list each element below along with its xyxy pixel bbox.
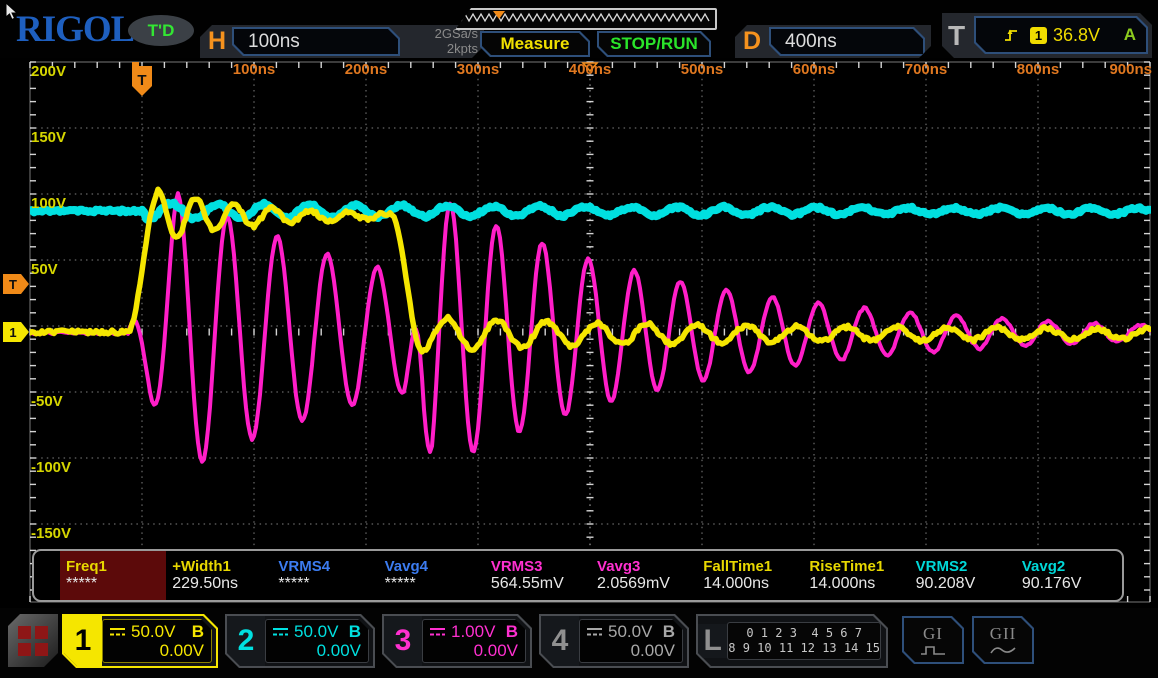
- channel1-badge[interactable]: 1 50.0V B 0.00V: [62, 614, 218, 668]
- channel4-offset: 0.00V: [586, 641, 675, 660]
- measurement-cell[interactable]: Vavg4 *****: [379, 551, 485, 600]
- volt-axis-label: 150V: [31, 129, 66, 146]
- time-axis-label: 900ns: [1109, 61, 1152, 78]
- volt-axis-label: -100V: [31, 459, 71, 476]
- memory-depth: 2kpts: [435, 41, 478, 56]
- measurement-cell[interactable]: RiseTime1 14.000ns: [803, 551, 909, 600]
- time-axis-label: 500ns: [681, 61, 724, 78]
- acquisition-info: 2GSa/s 2kpts: [435, 26, 478, 56]
- rising-edge-icon: [1002, 26, 1020, 44]
- time-axis-label: 400ns: [569, 61, 612, 78]
- volt-axis-label: 100V: [31, 195, 66, 212]
- rigol-logo: RIGOL: [16, 8, 134, 51]
- volt-axis-label: 200V: [31, 63, 66, 80]
- measure-button[interactable]: Measure: [480, 31, 590, 57]
- menu-grid-icon: [18, 626, 48, 656]
- channel1-bwlimit: B: [192, 622, 204, 641]
- measurement-cell[interactable]: FallTime1 14.000ns: [697, 551, 803, 600]
- channel4-badge[interactable]: 4 50.0V B 0.00V: [539, 614, 689, 668]
- dc-coupling-icon: [109, 626, 126, 637]
- logic-label: L: [698, 624, 727, 658]
- delay-label: D: [743, 27, 761, 56]
- trigger-level-value: 36.8V: [1053, 25, 1100, 46]
- time-axis-label: 300ns: [457, 61, 500, 78]
- volt-axis-label: 50V: [31, 261, 58, 278]
- measurement-cell[interactable]: +Width1 229.50ns: [166, 551, 272, 600]
- trigger-mode: A: [1124, 25, 1136, 45]
- trigger-panel[interactable]: T 1 36.8V A: [942, 13, 1152, 58]
- trigger-status-badge: T'D: [128, 15, 194, 46]
- trigger-label: T: [948, 20, 965, 52]
- horizontal-label: H: [208, 27, 226, 56]
- channel4-number: 4: [541, 616, 579, 666]
- channel3-scale: 1.00V: [451, 622, 495, 641]
- channel1-number: 1: [64, 616, 102, 666]
- channel2-bwlimit: B: [349, 622, 361, 641]
- time-axis-label: 800ns: [1017, 61, 1060, 78]
- bottom-channel-bar: 1 50.0V B 0.00V 2 50.0V: [0, 608, 1158, 678]
- channel2-offset: 0.00V: [272, 641, 361, 660]
- measurement-cell[interactable]: VRMS3 564.55mV: [485, 551, 591, 600]
- oscilloscope-screen: RIGOL T'D H 100ns 2GSa/s 2kpts Measure S…: [0, 0, 1158, 678]
- dc-coupling-icon: [272, 626, 289, 637]
- measurement-cell[interactable]: VRMS4 *****: [272, 551, 378, 600]
- measurement-cell[interactable]: Freq1 *****: [60, 551, 166, 600]
- channel4-bwlimit: B: [663, 622, 675, 641]
- mouse-pointer-icon: [5, 2, 21, 22]
- timebase-value: 100ns: [234, 31, 300, 53]
- channel1-scale: 50.0V: [131, 622, 175, 641]
- delay-panel[interactable]: D 400ns: [735, 25, 931, 58]
- delay-value: 400ns: [771, 31, 837, 53]
- ch2-trace: [30, 203, 1150, 221]
- measurement-cell[interactable]: Vavg2 90.176V: [1016, 551, 1122, 600]
- volt-axis-label: -50V: [31, 393, 63, 410]
- svg-text:T: T: [137, 72, 146, 89]
- waveform-display: T T 1 200V 150V 100V 50V -50V -100V -150V 100n…: [0, 58, 1158, 608]
- svg-text:1: 1: [9, 325, 16, 340]
- time-axis-label: 200ns: [345, 61, 388, 78]
- memory-position-bar[interactable]: [455, 8, 717, 30]
- generator1-button[interactable]: GI: [902, 616, 964, 664]
- top-status-bar: RIGOL T'D H 100ns 2GSa/s 2kpts Measure S…: [0, 0, 1158, 58]
- channel2-number: 2: [227, 616, 265, 666]
- measurement-bar: Freq1 ***** +Width1 229.50ns VRMS4 *****…: [32, 549, 1124, 602]
- channel2-badge[interactable]: 2 50.0V B 0.00V: [225, 614, 375, 668]
- dc-coupling-icon: [586, 626, 603, 637]
- time-axis-label: 700ns: [905, 61, 948, 78]
- channel1-offset: 0.00V: [109, 641, 204, 660]
- channel3-number: 3: [384, 616, 422, 666]
- channel3-bwlimit: B: [506, 622, 518, 641]
- menu-button[interactable]: [8, 614, 58, 667]
- stop-run-button[interactable]: STOP/RUN: [597, 31, 711, 57]
- time-axis-label: 100ns: [233, 61, 276, 78]
- measurement-cell[interactable]: Vavg3 2.0569mV: [591, 551, 697, 600]
- sine-wave-icon: [990, 644, 1016, 656]
- generator2-button[interactable]: GII: [972, 616, 1034, 664]
- logic-analyzer-badge[interactable]: L 0 1 2 3 4 5 6 78 9 10 11 12 13 14 15: [696, 614, 888, 668]
- digital-channel-list: 0 1 2 3 4 5 6 78 9 10 11 12 13 14 15: [727, 622, 881, 660]
- channel2-scale: 50.0V: [294, 622, 338, 641]
- pulse-wave-icon: [920, 644, 946, 656]
- volt-axis-label: -150V: [31, 525, 71, 542]
- channel3-badge[interactable]: 3 1.00V B 0.00V: [382, 614, 532, 668]
- channel3-offset: 0.00V: [429, 641, 518, 660]
- trigger-source-badge: 1: [1030, 27, 1047, 44]
- channel4-scale: 50.0V: [608, 622, 652, 641]
- horizontal-panel[interactable]: H 100ns 2GSa/s 2kpts: [200, 25, 484, 58]
- svg-text:T: T: [9, 277, 17, 292]
- measurement-cell[interactable]: VRMS2 90.208V: [910, 551, 1016, 600]
- time-axis-label: 600ns: [793, 61, 836, 78]
- dc-coupling-icon: [429, 626, 446, 637]
